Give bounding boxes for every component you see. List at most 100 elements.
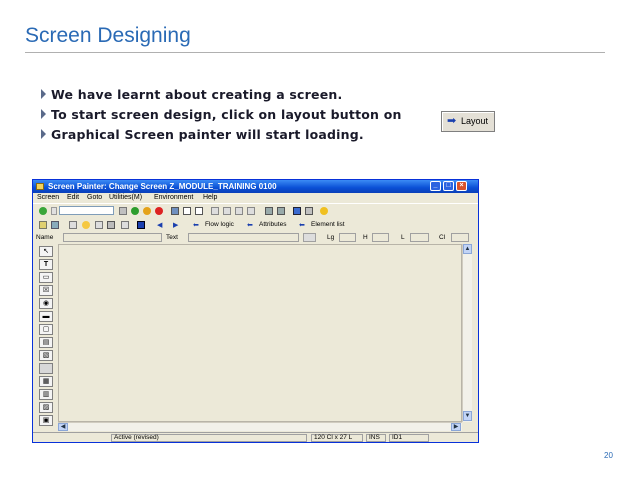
text-field[interactable] — [188, 233, 299, 242]
bullet-arrow-icon — [41, 129, 46, 139]
radio-button-tool-icon[interactable]: ◉ — [39, 298, 53, 309]
help-icon[interactable] — [293, 207, 301, 215]
menu-utilities[interactable]: Utilities(M) — [109, 194, 142, 201]
where-used-icon[interactable] — [95, 221, 103, 229]
next-page-icon[interactable] — [235, 207, 243, 215]
bullet-text: To start screen design, click on layout … — [51, 107, 402, 122]
display-change-icon[interactable] — [39, 221, 47, 229]
checkbox-tool-icon[interactable]: ☒ — [39, 285, 53, 296]
custom-control-tool-icon[interactable]: ▨ — [39, 402, 53, 413]
menu-edit[interactable]: Edit — [67, 194, 79, 201]
column-field[interactable] — [451, 233, 469, 242]
tabstrip-wizard-icon[interactable]: ▧ — [39, 350, 53, 361]
line-label: L — [401, 234, 405, 241]
find-next-icon[interactable] — [195, 207, 203, 215]
name-field[interactable] — [63, 233, 162, 242]
element-list-button[interactable]: Element list — [311, 221, 345, 228]
pointer-tool-icon[interactable]: ↖ — [39, 246, 53, 257]
vertical-scrollbar[interactable]: ▲ ▼ — [462, 244, 472, 422]
last-page-icon[interactable] — [247, 207, 255, 215]
navigation-window-icon[interactable] — [121, 221, 129, 229]
title-divider — [25, 52, 605, 53]
save-icon[interactable] — [119, 207, 127, 215]
arrow-right-icon: ➡ — [447, 115, 457, 127]
dropdown-icon[interactable] — [51, 207, 57, 215]
layout-button[interactable]: ➡ Layout — [441, 111, 495, 132]
length-label: Lg — [327, 234, 335, 241]
name-label: Name — [36, 234, 54, 241]
height-label: H — [363, 234, 368, 241]
standard-toolbar — [33, 203, 478, 219]
window-title: Screen Painter: Change Screen Z_MODULE_T… — [48, 182, 277, 191]
tabstrip-tool-icon[interactable]: ▤ — [39, 337, 53, 348]
bullet-text: Graphical Screen painter will start load… — [51, 127, 364, 142]
layout-button-label: Layout — [461, 116, 489, 126]
create-session-icon[interactable] — [265, 207, 273, 215]
height-field[interactable] — [372, 233, 389, 242]
minimize-button[interactable]: _ — [430, 181, 441, 191]
previous-arrow-icon[interactable]: ◀ — [157, 221, 162, 229]
element-list-arrow-icon: ⬅ — [299, 222, 305, 229]
window-titlebar: Screen Painter: Change Screen Z_MODULE_T… — [33, 180, 478, 193]
app-icon — [36, 183, 44, 190]
status-size: 120 Cl x 27 L — [311, 434, 363, 442]
table-control-wizard-icon[interactable]: ▥ — [39, 389, 53, 400]
next-arrow-icon[interactable]: ▶ — [173, 221, 178, 229]
print-icon[interactable] — [171, 207, 179, 215]
menu-goto[interactable]: Goto — [87, 194, 102, 201]
status-mode: Active (revised) — [111, 434, 307, 442]
first-page-icon[interactable] — [211, 207, 219, 215]
find-icon[interactable] — [183, 207, 191, 215]
column-label: Cl — [439, 234, 446, 241]
attributes-arrow-icon: ⬅ — [247, 222, 253, 229]
text-field-tool-icon[interactable]: T — [39, 259, 53, 270]
menu-screen[interactable]: Screen — [37, 194, 59, 201]
previous-page-icon[interactable] — [223, 207, 231, 215]
layout-menu-icon[interactable] — [305, 207, 313, 215]
input-field-tool-icon[interactable]: ▭ — [39, 272, 53, 283]
slide-title: Screen Designing — [25, 24, 191, 47]
back-icon[interactable] — [131, 207, 139, 215]
command-field[interactable] — [59, 206, 114, 215]
scroll-down-icon[interactable]: ▼ — [463, 411, 472, 421]
menu-help[interactable]: Help — [203, 194, 217, 201]
box-tool-icon[interactable]: ▢ — [39, 324, 53, 335]
maximize-button[interactable]: □ — [443, 181, 454, 191]
info-icon[interactable] — [137, 221, 145, 229]
screen-painter-window: Screen Painter: Change Screen Z_MODULE_T… — [32, 179, 479, 443]
check-icon[interactable] — [69, 221, 77, 229]
scroll-right-icon[interactable]: ▶ — [451, 423, 461, 431]
text-options-button[interactable] — [303, 233, 316, 242]
length-field[interactable] — [339, 233, 356, 242]
subscreen-tool-icon[interactable] — [39, 363, 53, 374]
close-button[interactable]: × — [456, 181, 467, 191]
bullet-arrow-icon — [41, 89, 46, 99]
application-toolbar: ◀ ▶ ⬅ Flow logic ⬅ Attributes ⬅ Element … — [33, 218, 478, 233]
flow-logic-arrow-icon: ⬅ — [193, 222, 199, 229]
status-bar: Active (revised) 120 Cl x 27 L INS ID1 — [33, 432, 478, 442]
activate-icon[interactable] — [82, 221, 90, 229]
display-object-list-icon[interactable] — [107, 221, 115, 229]
table-control-tool-icon[interactable]: ▦ — [39, 376, 53, 387]
scroll-left-icon[interactable]: ◀ — [58, 423, 68, 431]
exit-icon[interactable] — [143, 207, 151, 215]
status-ins: INS — [366, 434, 386, 442]
status-server: ID1 — [389, 434, 429, 442]
menu-bar: Screen Edit Goto Utilities(M) Environmen… — [33, 193, 478, 203]
line-field[interactable] — [410, 233, 429, 242]
flow-logic-button[interactable]: Flow logic — [205, 221, 234, 228]
bullet-text: We have learnt about creating a screen. — [51, 87, 343, 102]
cancel-icon[interactable] — [155, 207, 163, 215]
scroll-up-icon[interactable]: ▲ — [463, 244, 472, 254]
active-inactive-icon[interactable] — [51, 221, 59, 229]
status-icon-tool-icon[interactable]: ▣ — [39, 415, 53, 426]
horizontal-scrollbar[interactable]: ◀ ▶ — [58, 422, 462, 431]
attributes-button[interactable]: Attributes — [259, 221, 286, 228]
screen-layout-canvas[interactable] — [58, 244, 462, 422]
text-label: Text — [166, 234, 178, 241]
enter-icon[interactable] — [39, 207, 47, 215]
pushbutton-tool-icon[interactable]: ▬ — [39, 311, 53, 322]
menu-environment[interactable]: Environment — [154, 194, 193, 201]
settings-icon[interactable] — [320, 207, 328, 215]
shortcut-icon[interactable] — [277, 207, 285, 215]
